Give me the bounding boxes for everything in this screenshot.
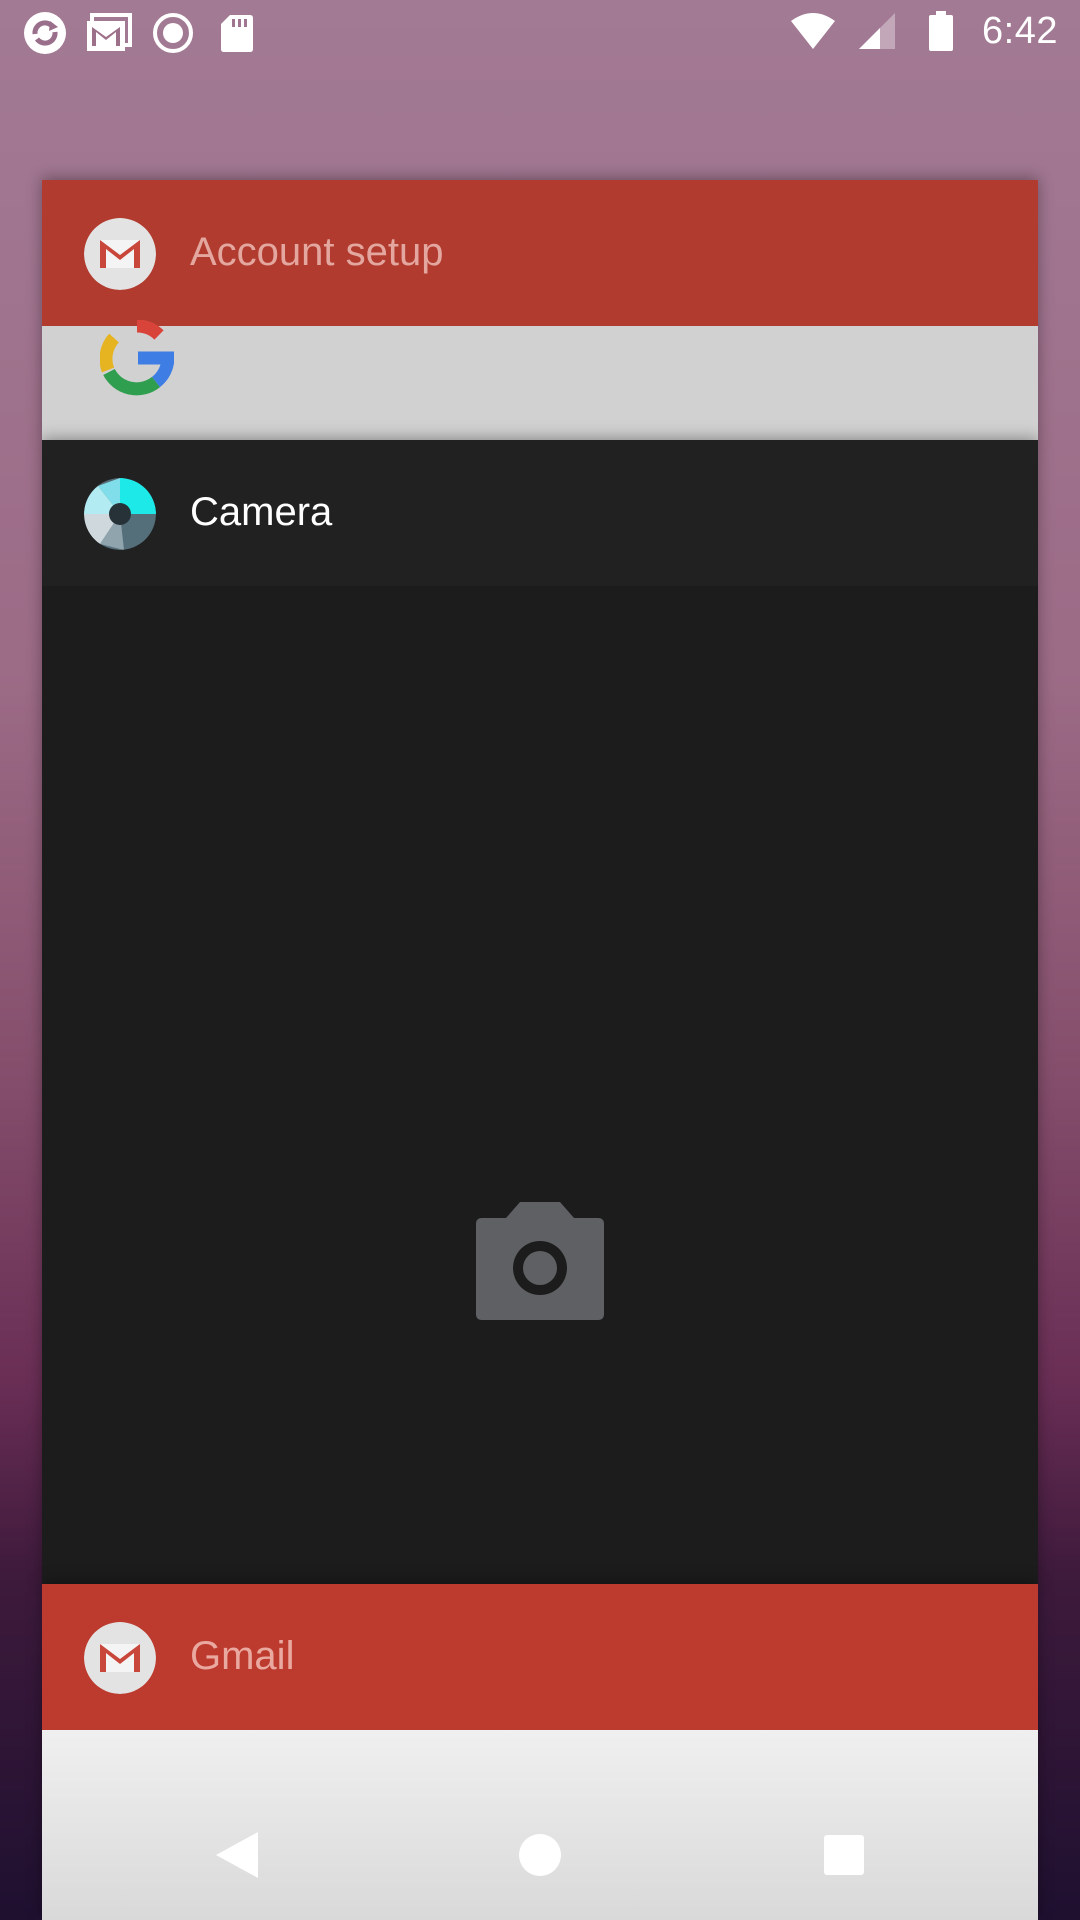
camera-app-icon [84, 478, 156, 550]
gmail-notification-icon [86, 10, 132, 56]
recent-app-card-camera[interactable]: Camera [42, 440, 1038, 1584]
recents-button[interactable] [779, 1790, 909, 1920]
record-icon [150, 10, 196, 56]
google-logo-icon [100, 320, 174, 396]
cellular-signal-icon [854, 8, 900, 54]
wifi-icon [790, 8, 836, 54]
status-bar: 6:42 [0, 0, 1080, 64]
home-icon [519, 1834, 561, 1876]
battery-icon [918, 8, 964, 54]
card-header[interactable]: Account setup [42, 180, 1038, 326]
back-button[interactable] [172, 1790, 302, 1920]
navigation-bar [0, 1790, 1080, 1920]
card-header[interactable]: Camera [42, 440, 1038, 586]
recents-icon [824, 1835, 864, 1875]
system-icons: 6:42 [790, 8, 1058, 54]
clock: 6:42 [982, 9, 1058, 52]
recent-app-card-account-setup[interactable]: Account setup [42, 180, 1038, 440]
gmail-icon [84, 218, 156, 290]
back-icon [216, 1832, 258, 1878]
card-header[interactable]: Gmail [42, 1584, 1038, 1730]
sync-icon [22, 10, 68, 56]
home-button[interactable] [475, 1790, 605, 1920]
card-title: Camera [190, 490, 333, 534]
card-title: Account setup [190, 230, 444, 274]
card-title: Gmail [190, 1634, 295, 1678]
notification-icons [22, 10, 260, 56]
sd-card-icon [214, 10, 260, 56]
gmail-icon [84, 1622, 156, 1694]
camera-placeholder-icon [476, 1202, 604, 1320]
